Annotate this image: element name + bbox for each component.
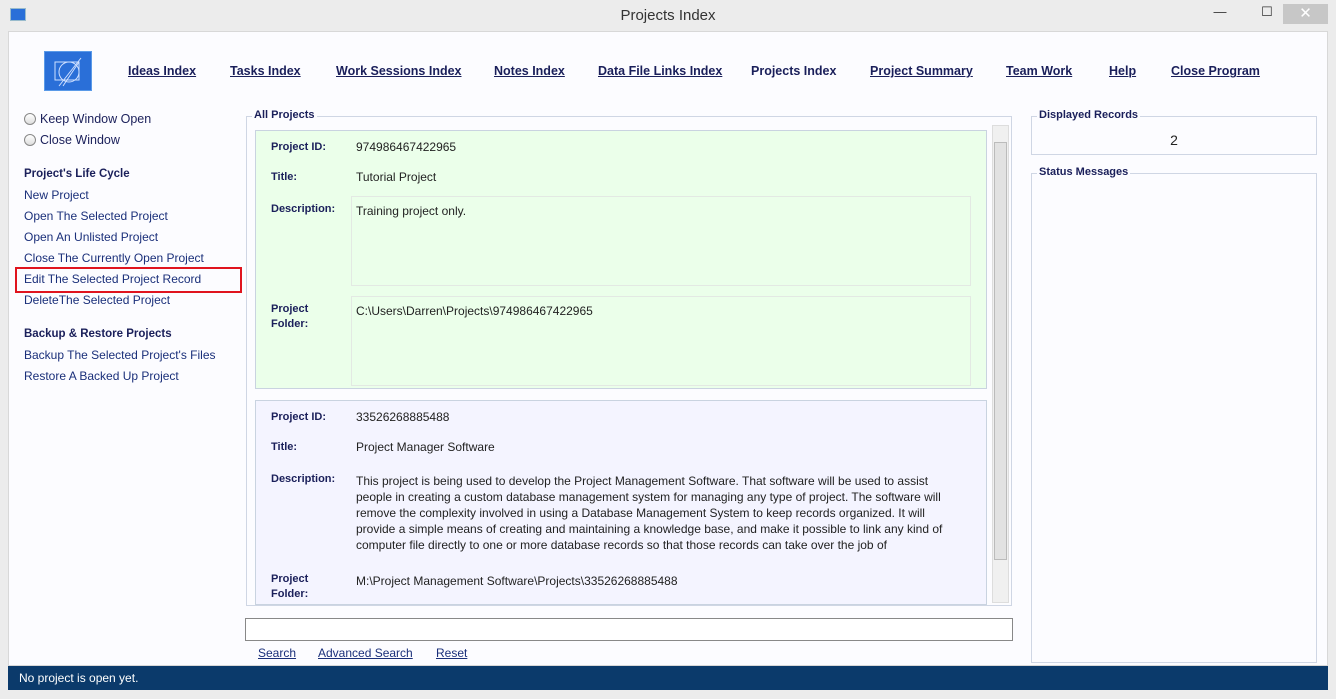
project-card[interactable]: Project ID: 974986467422965 Title: Tutor… — [255, 130, 987, 389]
field-label: Description: — [271, 203, 336, 215]
displayed-records-count: 2 — [1170, 132, 1178, 148]
lifecycle-heading: Project's Life Cycle — [24, 168, 130, 180]
search-link[interactable]: Search — [258, 646, 296, 660]
nav-work-sessions-index[interactable]: Work Sessions Index — [336, 64, 462, 78]
project-logo — [44, 51, 92, 91]
project-description: Training project only. — [356, 204, 467, 218]
displayed-records-group: Displayed Records 2 — [1031, 109, 1317, 155]
nav-close-program[interactable]: Close Program — [1171, 64, 1260, 78]
group-label: Status Messages — [1037, 166, 1131, 178]
status-messages-group: Status Messages — [1031, 166, 1317, 663]
project-id: 974986467422965 — [356, 140, 457, 154]
nav-tasks-index[interactable]: Tasks Index — [230, 64, 301, 78]
project-title: Project Manager Software — [356, 440, 495, 454]
field-label: Project ID: — [271, 141, 327, 153]
nav-help[interactable]: Help — [1109, 64, 1136, 78]
maximize-button[interactable]: ☐ — [1253, 4, 1281, 24]
radio-label: Keep Window Open — [40, 112, 152, 126]
close-window-radio[interactable]: Close Window — [24, 133, 120, 147]
project-folder: M:\Project Management Software\Projects\… — [356, 574, 678, 588]
project-card[interactable]: Project ID: 33526268885488 Title: Projec… — [255, 400, 987, 605]
keep-window-open-radio[interactable]: Keep Window Open — [24, 112, 151, 126]
delete-selected-project-link[interactable]: DeleteThe Selected Project — [24, 293, 170, 307]
open-unlisted-project-link[interactable]: Open An Unlisted Project — [24, 230, 158, 244]
group-label: Displayed Records — [1037, 109, 1141, 121]
backup-project-files-link[interactable]: Backup The Selected Project's Files — [24, 348, 216, 362]
field-label: Project — [271, 573, 309, 585]
field-label: Folder: — [271, 588, 309, 600]
field-label: Title: — [271, 171, 298, 183]
nav-ideas-index[interactable]: Ideas Index — [128, 64, 196, 78]
close-open-project-link[interactable]: Close The Currently Open Project — [24, 251, 204, 265]
status-bar: No project is open yet. — [8, 666, 1328, 690]
main-window: Ideas Index Tasks Index Work Sessions In… — [8, 31, 1328, 666]
nav-project-summary[interactable]: Project Summary — [870, 64, 973, 78]
field-label: Project ID: — [271, 411, 327, 423]
project-id: 33526268885488 — [356, 410, 450, 424]
search-input[interactable] — [245, 618, 1013, 641]
field-label: Project — [271, 303, 309, 315]
radio-label: Close Window — [40, 133, 120, 147]
project-description: This project is being used to develop th… — [356, 474, 943, 552]
minimize-button[interactable]: — — [1206, 4, 1234, 24]
field-label: Title: — [271, 441, 298, 453]
nav-data-file-links-index[interactable]: Data File Links Index — [598, 64, 722, 78]
open-selected-project-link[interactable]: Open The Selected Project — [24, 209, 168, 223]
backup-heading: Backup & Restore Projects — [24, 328, 172, 340]
nav-team-work[interactable]: Team Work — [1006, 64, 1072, 78]
project-title: Tutorial Project — [356, 170, 437, 184]
field-label: Folder: — [271, 318, 309, 330]
all-projects-group: All Projects Project ID: 974986467422965… — [246, 109, 1012, 606]
project-folder: C:\Users\Darren\Projects\974986467422965 — [356, 304, 593, 318]
restore-project-link[interactable]: Restore A Backed Up Project — [24, 369, 179, 383]
title-bar: Projects Index — ☐ ✕ — [0, 0, 1336, 31]
window-title: Projects Index — [620, 7, 716, 24]
reset-link[interactable]: Reset — [436, 646, 467, 660]
vertical-scrollbar[interactable] — [992, 125, 1009, 603]
field-label: Description: — [271, 473, 336, 485]
scrollbar-thumb[interactable] — [994, 142, 1007, 560]
close-button[interactable]: ✕ — [1283, 4, 1328, 24]
new-project-link[interactable]: New Project — [24, 188, 89, 202]
highlight-box — [15, 267, 242, 293]
advanced-search-link[interactable]: Advanced Search — [318, 646, 413, 660]
nav-notes-index[interactable]: Notes Index — [494, 64, 565, 78]
group-label: All Projects — [252, 109, 317, 121]
nav-projects-index[interactable]: Projects Index — [751, 64, 836, 78]
